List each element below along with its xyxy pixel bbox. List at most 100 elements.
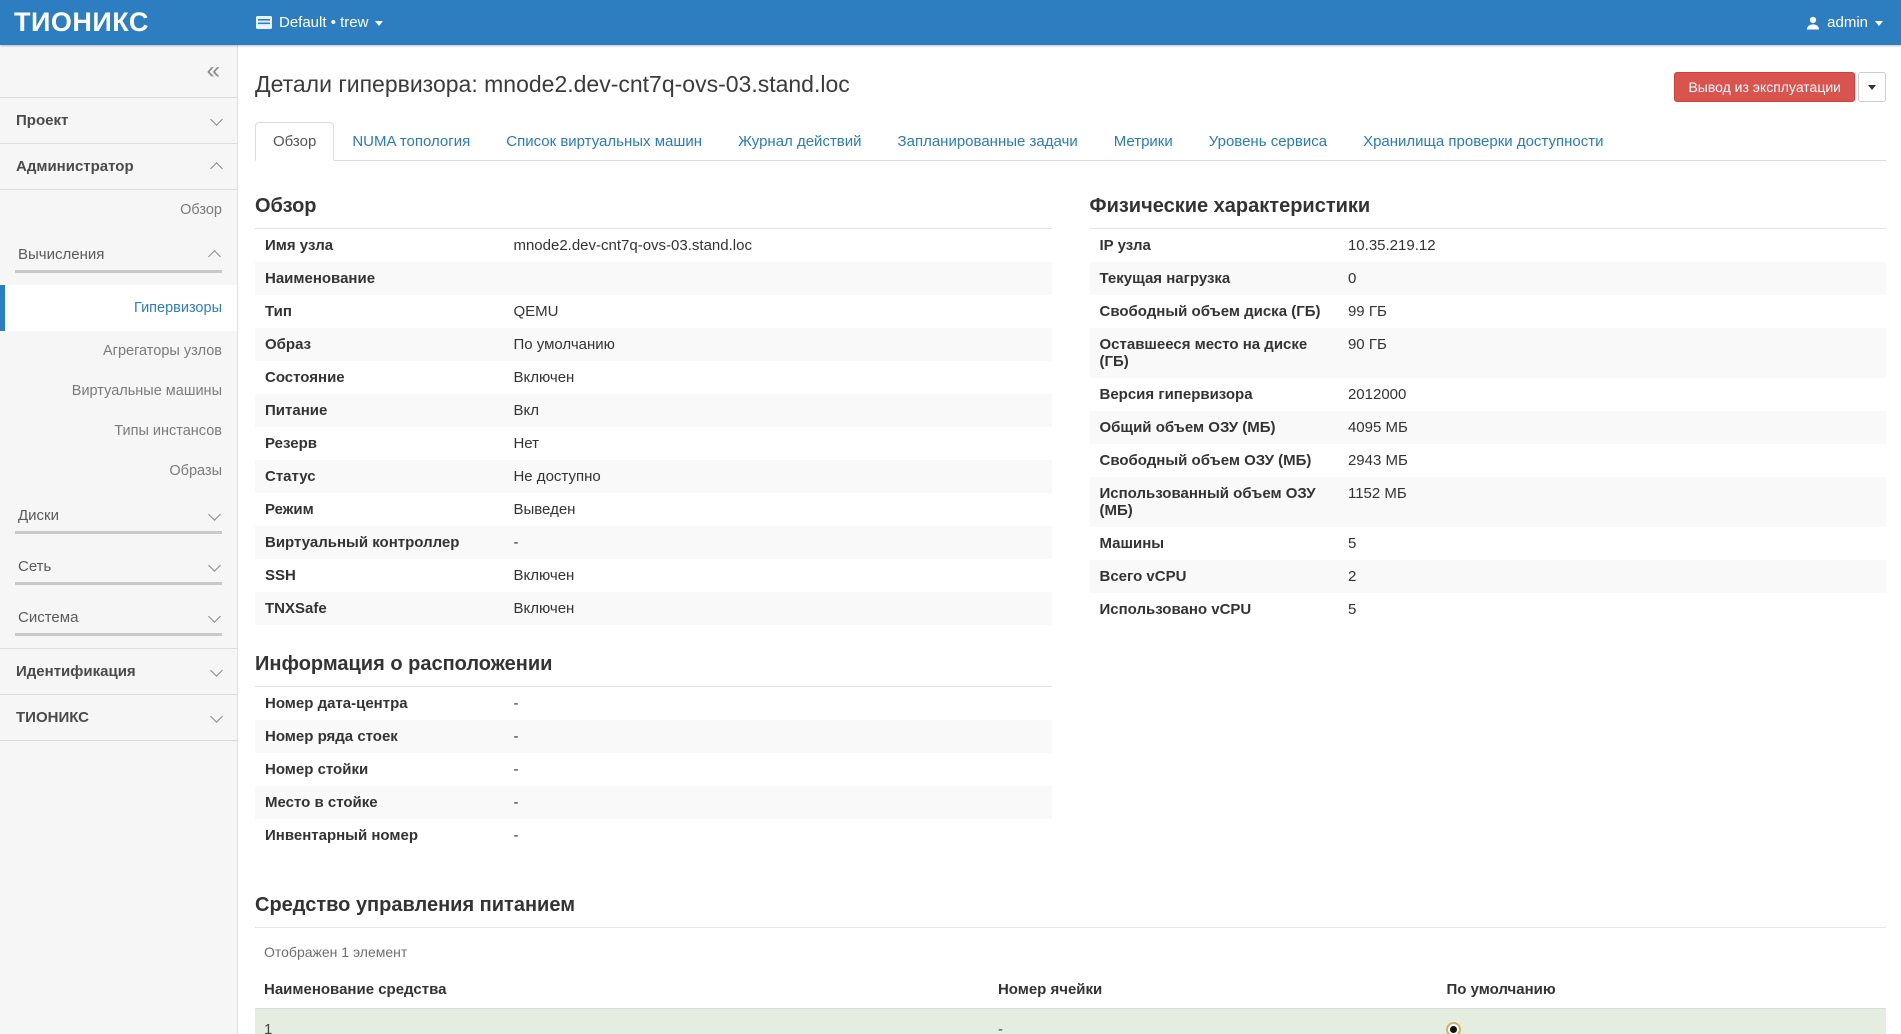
power-section: Средство управления питанием Отображен 1… bbox=[255, 894, 1886, 1034]
kv-row: Виртуальный контроллер - bbox=[255, 526, 1052, 559]
kv-row: Место в стойке - bbox=[255, 786, 1052, 819]
kv-row: Номер ряда стоек - bbox=[255, 720, 1052, 753]
overview-table: Имя узла mnode2.dev-cnt7q-ovs-03.stand.l… bbox=[255, 228, 1052, 625]
sidebar: « Проект Администратор Обзор bbox=[0, 45, 238, 1034]
action-dropdown-toggle[interactable] bbox=[1858, 72, 1886, 102]
tab-metrics[interactable]: Метрики bbox=[1096, 122, 1191, 161]
location-table: Номер дата-центра - Номер ряда стоек - Н… bbox=[255, 686, 1052, 852]
physical-column: Физические характеристики IP узла 10.35.… bbox=[1090, 181, 1887, 852]
kv-row: Образ По умолчанию bbox=[255, 328, 1052, 361]
sidebar-item-project[interactable]: Проект bbox=[0, 97, 237, 143]
kv-row: Статус Не доступно bbox=[255, 460, 1052, 493]
tab-numa[interactable]: NUMA топология bbox=[334, 122, 488, 161]
main-content: Детали гипервизора: mnode2.dev-cnt7q-ovs… bbox=[238, 45, 1901, 1034]
kv-row: Текущая нагрузка 0 bbox=[1090, 262, 1887, 295]
overview-column: Обзор Имя узла mnode2.dev-cnt7q-ovs-03.s… bbox=[255, 181, 1052, 852]
user-menu[interactable]: admin bbox=[1806, 14, 1883, 31]
kv-row: Общий объем ОЗУ (МБ) 4095 МБ bbox=[1090, 411, 1887, 444]
chevron-icon bbox=[210, 162, 223, 175]
sidebar-nav: Проект Администратор Обзор Вычис bbox=[0, 97, 237, 741]
sidebar-item-admin[interactable]: Администратор bbox=[0, 143, 237, 190]
kv-row: Питание Вкл bbox=[255, 394, 1052, 427]
app-window: ТИОНИКС Default • trew admin bbox=[0, 0, 1901, 1034]
sidebar-item-compute[interactable]: Вычисления bbox=[15, 234, 222, 273]
default-radio-button[interactable] bbox=[1446, 1022, 1461, 1034]
page-title: Детали гипервизора: mnode2.dev-cnt7q-ovs… bbox=[255, 71, 850, 98]
chevron-icon bbox=[210, 664, 223, 677]
kv-row: Машины 5 bbox=[1090, 527, 1887, 560]
chevron-icon bbox=[210, 113, 223, 126]
kv-row: Использованный объем ОЗУ (МБ) 1152 МБ bbox=[1090, 477, 1887, 527]
tab-vm-list[interactable]: Список виртуальных машин bbox=[488, 122, 720, 161]
brand-logo: ТИОНИКС bbox=[0, 7, 238, 38]
sidebar-item-tionix[interactable]: ТИОНИКС bbox=[0, 694, 237, 741]
kv-row: Имя узла mnode2.dev-cnt7q-ovs-03.stand.l… bbox=[255, 229, 1052, 262]
caret-down-icon bbox=[375, 21, 383, 26]
context-switcher[interactable]: Default • trew bbox=[256, 14, 383, 31]
tab-scheduled-tasks[interactable]: Запланированные задачи bbox=[880, 122, 1096, 161]
kv-row: Тип QEMU bbox=[255, 295, 1052, 328]
power-default-cell bbox=[1437, 1009, 1886, 1034]
panel-icon bbox=[256, 16, 272, 29]
sidebar-item-volumes[interactable]: Диски bbox=[15, 495, 222, 534]
power-section-title: Средство управления питанием bbox=[255, 894, 1886, 917]
tab-overview[interactable]: Обзор bbox=[255, 122, 334, 161]
sidebar-item-system[interactable]: Система bbox=[15, 597, 222, 636]
power-cell-number-cell: - bbox=[989, 1009, 1438, 1034]
kv-row: SSH Включен bbox=[255, 559, 1052, 592]
kv-row: Свободный объем ОЗУ (МБ) 2943 МБ bbox=[1090, 444, 1887, 477]
kv-row: Всего vCPU 2 bbox=[1090, 560, 1887, 593]
kv-row: Использовано vCPU 5 bbox=[1090, 593, 1887, 626]
power-table-row: 1 - bbox=[255, 1009, 1886, 1034]
decommission-button[interactable]: Вывод из эксплуатации bbox=[1674, 72, 1855, 102]
page-actions: Вывод из эксплуатации bbox=[1674, 72, 1886, 102]
chevron-icon bbox=[208, 508, 221, 521]
chevron-icon bbox=[208, 250, 221, 263]
sidebar-item-overview[interactable]: Обзор bbox=[0, 190, 237, 230]
tab-bar: Обзор NUMA топология Список виртуальных … bbox=[255, 122, 1886, 161]
kv-row: Свободный объем диска (ГБ) 99 ГБ bbox=[1090, 295, 1887, 328]
tab-availability-storages[interactable]: Хранилища проверки доступности bbox=[1345, 122, 1621, 161]
caret-down-icon bbox=[1875, 21, 1883, 26]
kv-row: Номер дата-центра - bbox=[255, 687, 1052, 720]
chevron-icon bbox=[208, 610, 221, 623]
kv-row: Инвентарный номер - bbox=[255, 819, 1052, 852]
sidebar-item-instances[interactable]: Виртуальные машины bbox=[0, 371, 237, 411]
topbar: ТИОНИКС Default • trew admin bbox=[0, 0, 1901, 45]
chevron-icon bbox=[208, 559, 221, 572]
sidebar-item-network[interactable]: Сеть bbox=[15, 546, 222, 585]
power-table-header: Наименование средства Номер ячейки По ум… bbox=[255, 975, 1886, 1009]
column-header: По умолчанию bbox=[1437, 975, 1886, 1008]
items-count-top: Отображен 1 элемент bbox=[255, 928, 1886, 975]
kv-row: Номер стойки - bbox=[255, 753, 1052, 786]
sidebar-item-host-aggregates[interactable]: Агрегаторы узлов bbox=[0, 331, 237, 371]
location-section-title: Информация о расположении bbox=[255, 653, 1052, 676]
column-header: Наименование средства bbox=[255, 975, 989, 1008]
power-table: Наименование средства Номер ячейки По ум… bbox=[255, 975, 1886, 1034]
column-header: Номер ячейки bbox=[989, 975, 1438, 1008]
tab-service-level[interactable]: Уровень сервиса bbox=[1191, 122, 1345, 161]
sidebar-item-identity[interactable]: Идентификация bbox=[0, 648, 237, 694]
physical-table: IP узла 10.35.219.12 Текущая нагрузка 0 … bbox=[1090, 228, 1887, 626]
tab-action-log[interactable]: Журнал действий bbox=[720, 122, 879, 161]
kv-row: Оставшееся место на диске (ГБ) 90 ГБ bbox=[1090, 328, 1887, 378]
caret-down-icon bbox=[1868, 85, 1876, 90]
sidebar-item-flavors[interactable]: Типы инстансов bbox=[0, 411, 237, 451]
kv-row: Наименование bbox=[255, 262, 1052, 295]
power-name-cell: 1 bbox=[255, 1009, 989, 1034]
user-icon bbox=[1806, 16, 1820, 30]
kv-row: Версия гипервизора 2012000 bbox=[1090, 378, 1887, 411]
kv-row: IP узла 10.35.219.12 bbox=[1090, 229, 1887, 262]
kv-row: Режим Выведен bbox=[255, 493, 1052, 526]
context-label: Default • trew bbox=[279, 14, 368, 31]
sidebar-collapse-button[interactable]: « bbox=[207, 59, 220, 83]
user-name: admin bbox=[1827, 14, 1868, 31]
overview-section-title: Обзор bbox=[255, 195, 1052, 218]
chevron-icon bbox=[210, 710, 223, 723]
kv-row: TNXSafe Включен bbox=[255, 592, 1052, 625]
physical-section-title: Физические характеристики bbox=[1090, 195, 1887, 218]
kv-row: Состояние Включен bbox=[255, 361, 1052, 394]
kv-row: Резерв Нет bbox=[255, 427, 1052, 460]
sidebar-item-images[interactable]: Образы bbox=[0, 451, 237, 491]
sidebar-item-hypervisors[interactable]: Гипервизоры bbox=[0, 285, 237, 331]
